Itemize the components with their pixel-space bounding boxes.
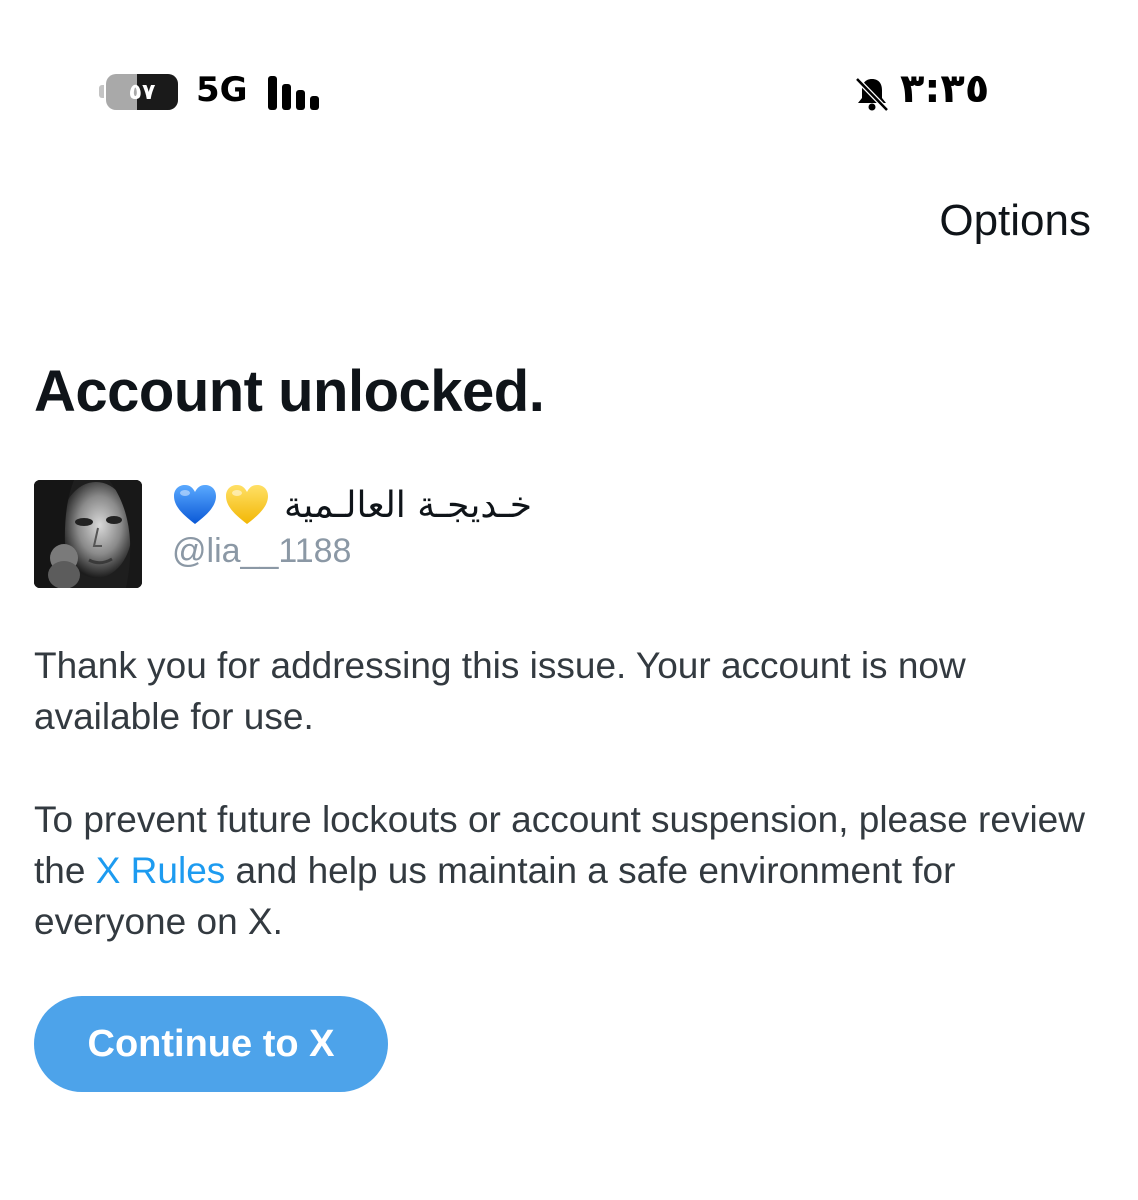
clock-time: ٣:٣٥ <box>900 66 990 112</box>
continue-button[interactable]: Continue to X <box>34 996 388 1092</box>
rules-message: To prevent future lockouts or account su… <box>34 794 1104 947</box>
blue-heart-icon <box>172 482 218 528</box>
battery-level: ٥٧ <box>128 79 156 105</box>
bell-slash-icon <box>852 74 892 114</box>
yellow-heart-icon <box>224 482 270 528</box>
display-name: خـديجـة العالـمية <box>172 480 532 530</box>
status-bar: ٥٧ 5G ٣:٣٥ <box>0 62 1138 122</box>
battery-tip <box>99 85 104 98</box>
user-handle: @lia__1188 <box>172 532 352 570</box>
confirmation-message: Thank you for addressing this issue. You… <box>34 645 966 737</box>
display-name-text: خـديجـة العالـمية <box>284 484 533 526</box>
x-rules-link[interactable]: X Rules <box>96 850 226 891</box>
battery-icon: ٥٧ <box>106 74 178 110</box>
options-button[interactable]: Options <box>939 196 1091 246</box>
network-type: 5G <box>196 70 248 110</box>
page-title: Account unlocked. <box>34 359 545 424</box>
signal-strength-icon <box>266 76 326 110</box>
profile-card: خـديجـة العالـمية @lia__1188 <box>34 480 734 590</box>
avatar <box>34 480 142 588</box>
